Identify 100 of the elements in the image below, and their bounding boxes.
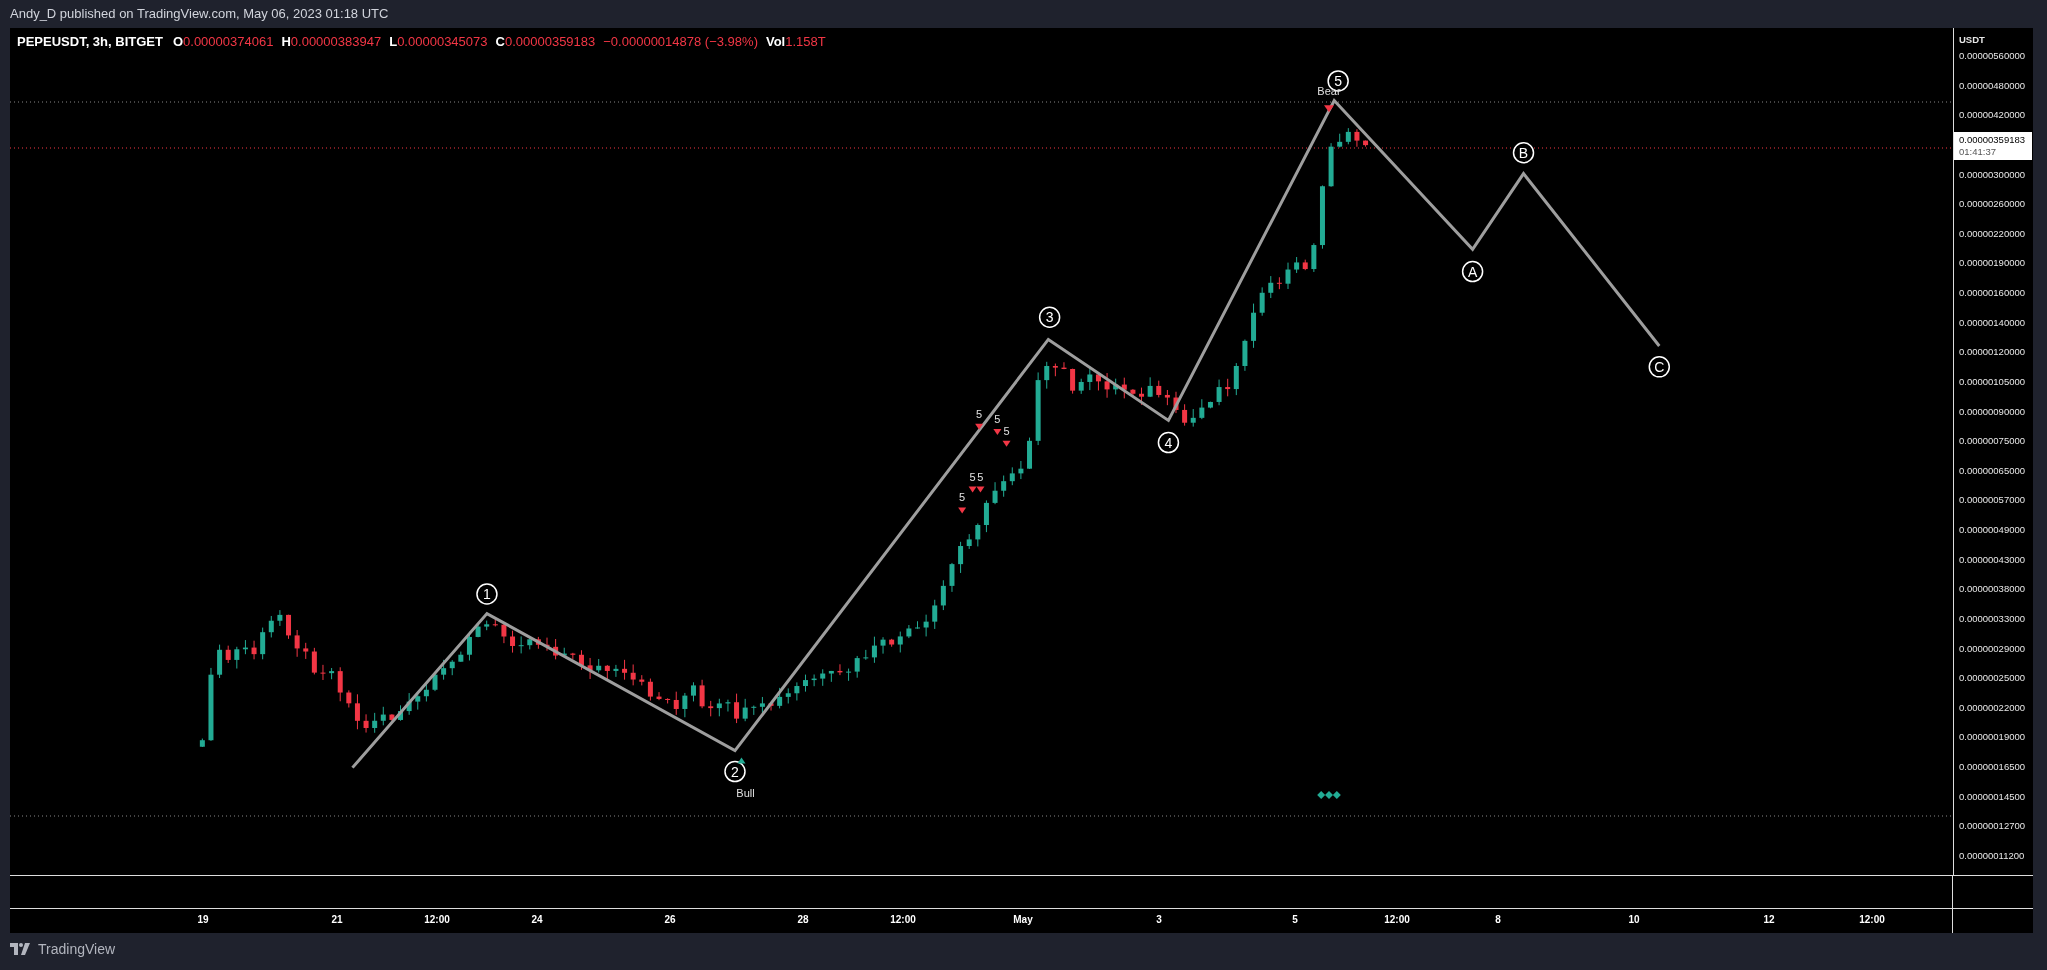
- price-tick: 0.00000220000: [1958, 227, 2027, 239]
- candlestick: [1078, 378, 1084, 395]
- candlestick: [803, 674, 808, 693]
- candlestick: [1319, 184, 1325, 250]
- candlestick: [889, 638, 895, 648]
- candlestick: [354, 693, 360, 730]
- candlestick: [449, 659, 455, 676]
- candlestick: [1294, 256, 1300, 274]
- candlestick: [570, 652, 576, 660]
- candlestick: [863, 649, 869, 661]
- candlestick: [1216, 379, 1222, 406]
- candlestick: [734, 693, 740, 724]
- signal-label: Bull: [736, 787, 755, 800]
- candlestick: [992, 481, 998, 505]
- candlestick: [518, 635, 524, 654]
- candlestick: [372, 712, 378, 734]
- candlestick: [268, 615, 274, 638]
- price-tick: 0.00000049000: [1958, 524, 2027, 535]
- candlestick: [415, 693, 421, 711]
- price-tick: 0.00000065000: [1958, 464, 2027, 476]
- candlestick: [398, 704, 404, 722]
- candlestick: [1233, 362, 1239, 396]
- candlestick: [1276, 276, 1282, 290]
- candlestick: [458, 651, 464, 663]
- candlestick: [484, 620, 490, 631]
- candlestick: [294, 629, 300, 658]
- candlestick: [217, 644, 223, 679]
- down-triangle-icon: [958, 507, 967, 514]
- wave-label: 4: [1157, 431, 1180, 454]
- legend-value: 0.00000345073: [397, 34, 488, 49]
- candlestick: [1130, 388, 1136, 398]
- candlestick: [329, 667, 335, 680]
- candlestick: [553, 638, 559, 660]
- candlestick: [682, 692, 688, 718]
- candlestick: [1259, 286, 1265, 317]
- candlestick: [1363, 140, 1369, 148]
- time-tick: 24: [531, 914, 543, 925]
- price-tick: 0.00000043000: [1958, 553, 2027, 565]
- price-tick: 0.00000560000: [1958, 50, 2027, 61]
- currency-label: USDT: [1958, 34, 1985, 45]
- time-tick: 12:00: [1859, 914, 1885, 925]
- wave-label: 1: [476, 583, 498, 605]
- price-tick: 0.00000014500: [1958, 790, 2027, 802]
- candlestick: [423, 682, 429, 702]
- legend-key: L: [389, 34, 398, 49]
- candlestick: [708, 700, 714, 717]
- count-label: 5: [959, 491, 966, 504]
- price-tick: 0.00000012700: [1958, 820, 2027, 832]
- legend-key: C: [495, 34, 505, 49]
- candlestick: [1302, 259, 1308, 271]
- price-change: −0.00000014878 (−3.98%): [603, 34, 758, 49]
- price-tick: 0.00000190000: [1958, 257, 2027, 269]
- candlestick: [725, 699, 731, 712]
- candlestick: [587, 657, 593, 680]
- candlestick: [1147, 376, 1153, 398]
- wave-label: 2: [724, 760, 746, 783]
- legend-key: Vol: [765, 34, 786, 49]
- candlestick: [1044, 361, 1050, 390]
- candlestick: [441, 659, 447, 681]
- candlestick: [225, 645, 231, 664]
- candlestick: [871, 636, 877, 664]
- candlestick: [1354, 128, 1360, 148]
- candlestick: [794, 681, 800, 701]
- candlestick: [432, 672, 438, 692]
- candlestick: [199, 738, 205, 748]
- candlestick: [389, 713, 395, 722]
- time-tick: 12:00: [424, 914, 450, 925]
- candlestick: [1018, 460, 1024, 480]
- signal-label: Bear: [1317, 85, 1341, 98]
- candlestick: [1156, 380, 1162, 398]
- candlestick: [975, 522, 981, 547]
- candlestick: [1173, 391, 1179, 414]
- candlestick: [906, 624, 912, 639]
- candlestick: [1311, 242, 1317, 273]
- candlestick: [1113, 378, 1119, 395]
- candlestick: [1095, 372, 1101, 391]
- candlestick: [716, 698, 722, 717]
- time-tick: 8: [1495, 914, 1501, 925]
- candlestick: [1070, 368, 1076, 395]
- time-tick: May: [1013, 914, 1033, 925]
- candlestick: [940, 579, 946, 611]
- candlestick: [1027, 437, 1032, 470]
- candlestick: [242, 639, 248, 655]
- candlestick: [1328, 142, 1334, 188]
- candlestick: [286, 614, 291, 640]
- time-tick: 10: [1628, 914, 1640, 925]
- legend-key: O: [172, 34, 184, 49]
- candlestick: [311, 647, 317, 675]
- price-tick: 0.00000260000: [1958, 198, 2027, 210]
- candlestick: [897, 631, 903, 653]
- candlestick: [380, 706, 386, 726]
- current-price: 0.00000359183: [1959, 134, 2027, 146]
- price-tick: 0.00000025000: [1958, 672, 2027, 684]
- logo-icon: [10, 943, 32, 955]
- price-tick: 0.00000075000: [1958, 435, 2027, 447]
- candlestick: [1104, 372, 1110, 399]
- legend-value: 0.00000359183: [504, 34, 596, 49]
- candlestick: [665, 697, 671, 704]
- wave-label: C: [1648, 356, 1671, 378]
- legend-value: 0.00000374061: [183, 34, 274, 49]
